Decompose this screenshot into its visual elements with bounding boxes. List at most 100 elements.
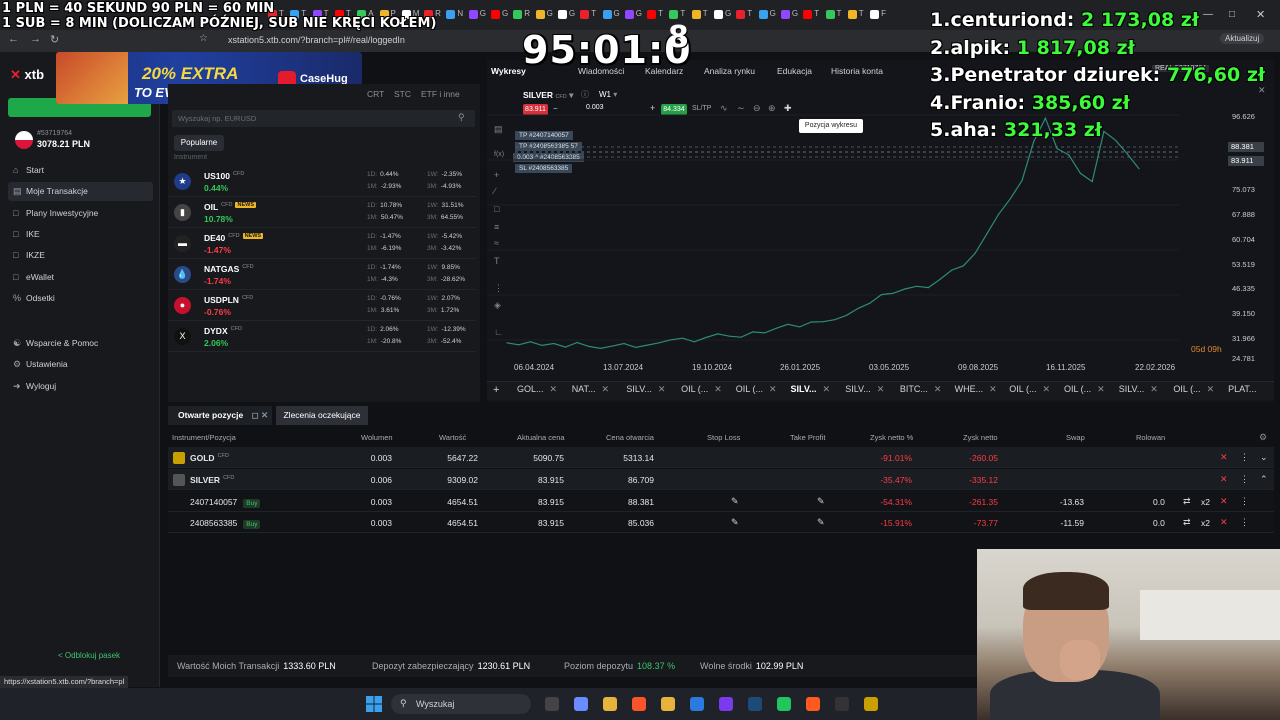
sidebar-item-plany-inwestycyjne[interactable]: □ Plany Inwestycyjne [8,204,153,223]
tab-favicon-icon[interactable] [557,10,567,19]
tab-label[interactable]: T [703,9,708,18]
chart-tab[interactable]: SILV... ✕ [845,384,884,397]
sidebar-item-wsparcie-pomoc[interactable]: ☯ Wsparcie & Pomoc [8,334,153,353]
chart-tab[interactable]: WHE... ✕ [955,384,997,397]
tab-label[interactable]: G [569,9,575,18]
position-row[interactable]: 2407140057 Buy 0.003 4654.51 83.915 88.381 -54… [168,491,1274,512]
close-tab-icon[interactable]: ✕ [658,384,666,394]
instrument-row[interactable]: 💧 NATGAS CFD -1.74% 1D: -1.74% 1M: -4.3% 1W: 9.85… [168,259,476,290]
chart-tab[interactable]: SILV... ✕ [1119,384,1158,397]
sidebar-item-ikze[interactable]: □ IKZE [8,246,153,265]
tab-pending-orders[interactable]: Zlecenia oczekujące [276,406,368,425]
tab-favicon-icon[interactable] [736,10,746,19]
multiplier[interactable]: x2 [1201,497,1210,507]
tab-open-positions[interactable]: Otwarte pozycje ◻ ✕ [168,406,272,425]
chart-tab[interactable]: NAT... ✕ [572,384,609,397]
file-explorer-icon[interactable] [603,697,617,711]
tab-favicon-icon[interactable] [758,10,768,19]
column-header[interactable]: Wartość [439,433,466,442]
tab-label[interactable]: G [792,9,798,18]
tab-favicon-icon[interactable] [602,10,612,19]
tab-favicon-icon[interactable] [535,10,545,19]
chart-top-tab[interactable]: Analiza rynku [704,66,755,76]
close-position-icon[interactable]: ✕ [1220,496,1228,507]
more-icon[interactable]: ⋮ [1240,474,1249,485]
taskbar-search-input[interactable] [391,694,531,714]
instrument-tab[interactable]: CRT [367,89,384,99]
close-tab-icon[interactable]: ✕ [877,384,885,394]
close-tab-icon[interactable]: ✕ [934,384,942,394]
tab-label[interactable]: T [680,9,685,18]
chart-tab[interactable]: GOL... ✕ [517,384,557,397]
steam-icon[interactable] [748,697,762,711]
tab-favicon-icon[interactable] [803,10,813,19]
edit-stop-loss-icon[interactable]: ✎ [731,496,739,507]
sidebar-item-ustawienia[interactable]: ⚙ Ustawienia [8,355,153,374]
spotify-icon[interactable] [777,697,791,711]
edit-take-profit-icon[interactable]: ✎ [817,517,825,528]
tab-label[interactable]: R [524,9,530,18]
tab-label[interactable]: G [502,9,508,18]
tab-label[interactable]: T [747,9,752,18]
tab-label[interactable]: G [725,9,731,18]
sidebar-item-ike[interactable]: □ IKE [8,225,153,244]
position-row[interactable]: GOLD CFD 0.003 5647.22 5090.75 5313.14 -91.01%… [168,447,1274,468]
tab-favicon-icon[interactable] [647,10,657,19]
tab-favicon-icon[interactable] [870,10,880,19]
close-tab-icon[interactable]: ✕ [1150,384,1158,394]
more-icon[interactable]: ⋮ [1240,452,1249,463]
tab-favicon-icon[interactable] [624,10,634,19]
chrome-icon[interactable] [661,697,675,711]
chart-tab[interactable]: OIL (... ✕ [1173,384,1214,397]
settings-gear-icon[interactable]: ⚙ [1259,432,1267,443]
tab-favicon-icon[interactable] [513,10,523,19]
chart-tab[interactable]: OIL (... ✕ [681,384,722,397]
chart-tab[interactable]: OIL (... ✕ [1064,384,1105,397]
instrument-tab[interactable]: ETF i inne [421,89,460,99]
tab-favicon-icon[interactable] [580,10,590,19]
tab-label[interactable]: G [480,9,486,18]
chart-tab[interactable]: OIL (... ✕ [1009,384,1050,397]
discord-icon[interactable] [719,697,733,711]
column-header[interactable]: Zysk netto % [870,433,913,442]
tab-favicon-icon[interactable] [491,10,500,19]
close-tab-icon[interactable]: ✕ [1207,384,1215,394]
url-field[interactable]: xstation5.xtb.com/?branch=pl#/real/logge… [228,35,405,45]
tab-label[interactable]: G [614,9,620,18]
tab-label[interactable]: G [770,9,776,18]
brave-browser-icon[interactable] [806,697,820,711]
brave-icon[interactable] [632,697,646,711]
chart-tab[interactable]: SILV... ✕ [791,384,831,397]
sidebar-item-start[interactable]: ⌂ Start [8,161,153,180]
chart-tab[interactable]: OIL (... ✕ [736,384,777,397]
bookmark-icon[interactable]: ☆ [199,33,208,44]
reload-icon[interactable]: ↻ [50,33,59,46]
tab-favicon-icon[interactable] [780,10,790,19]
tab-label[interactable]: N [457,9,463,18]
close-tab-icon[interactable]: ✕ [823,384,831,394]
close-position-icon[interactable]: ✕ [1220,517,1228,528]
more-icon[interactable]: ⋮ [1240,517,1249,528]
tab-favicon-icon[interactable] [714,10,723,19]
close-tab-icon[interactable]: ✕ [769,384,777,394]
tab-favicon-icon[interactable] [825,10,835,19]
multiplier[interactable]: x2 [1201,518,1210,528]
chart-top-tab[interactable]: Wykresy [491,66,526,76]
popular-tab[interactable]: Popularne [174,135,224,151]
chart-tab[interactable]: PLAT... [1228,384,1256,397]
tab-favicon-icon[interactable] [691,10,701,19]
tab-label[interactable]: T [814,9,819,18]
windows-start-icon[interactable] [366,696,382,712]
chart-tab[interactable]: BITC... ✕ [900,384,942,397]
position-row[interactable]: SILVER CFD 0.006 9309.02 83.915 86.709 -35.47%… [168,469,1274,490]
close-tab-icon[interactable]: ✕ [714,384,722,394]
expand-chevron-icon[interactable]: ⌃ [1260,474,1268,485]
tab-favicon-icon[interactable] [847,10,857,19]
sidebar-item-odsetki[interactable]: % Odsetki [8,289,153,308]
tab-label[interactable]: T [859,9,864,18]
close-tab-icon[interactable]: ✕ [602,384,610,394]
instrument-row[interactable]: X DYDX CFD 2.06% 1D: 2.06% 1M: -20.8% 1W: -12.39%… [168,321,476,352]
column-header[interactable]: Aktualna cena [517,433,565,442]
edit-stop-loss-icon[interactable]: ✎ [731,517,739,528]
close-position-icon[interactable]: ✕ [1220,452,1228,463]
